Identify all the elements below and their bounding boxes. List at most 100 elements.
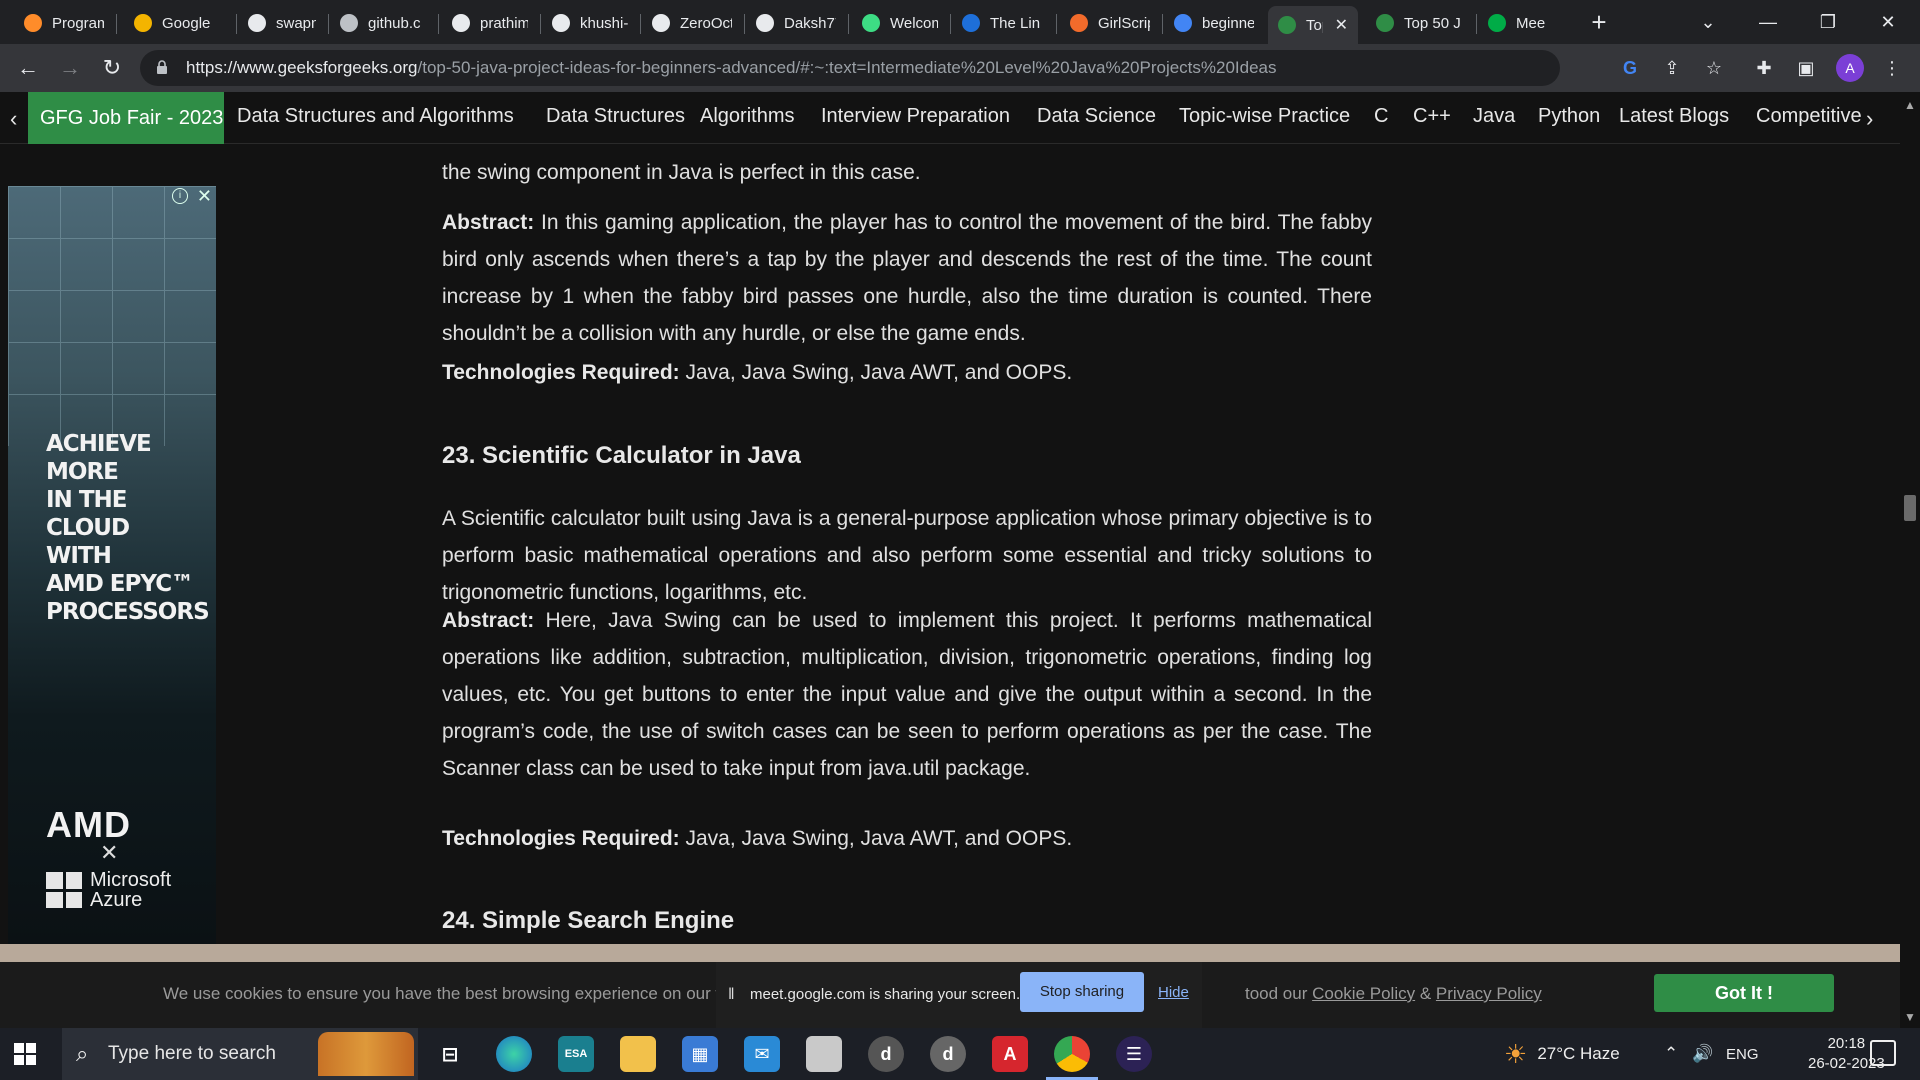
browser-tab[interactable]: khushi-p [542, 6, 638, 40]
volume-icon[interactable]: 🔊 [1692, 1028, 1713, 1080]
nav-scroll-left-icon[interactable]: ‹ [10, 106, 17, 132]
extensions-icon[interactable]: ✚ [1752, 56, 1776, 80]
meet-sharing-bar: ‖ meet.google.com is sharing your screen… [716, 962, 1202, 1028]
acrobat-icon[interactable]: A [992, 1036, 1028, 1072]
chrome-icon[interactable] [1046, 1036, 1098, 1080]
minimize-button[interactable]: — [1740, 0, 1796, 44]
mail-icon[interactable]: ✉ [744, 1036, 780, 1072]
files-icon[interactable] [806, 1036, 842, 1072]
linux-favicon-icon [962, 14, 980, 32]
ad-info-icon[interactable]: i [172, 188, 188, 204]
profile-avatar[interactable]: A [1836, 54, 1864, 82]
tab-label: beginne [1202, 14, 1254, 32]
ad-headline-line: PROCESSORS [46, 599, 210, 625]
nav-item-job-fair[interactable]: GFG Job Fair - 2023 [28, 92, 224, 144]
forward-button[interactable]: → [56, 54, 84, 82]
ad-close-icon[interactable]: ✕ [197, 186, 212, 207]
nav-item[interactable]: Java [1473, 105, 1515, 128]
nav-item[interactable]: Topic-wise Practice [1179, 105, 1350, 128]
tab-label: ZeroOct [680, 14, 732, 32]
reload-button[interactable]: ↻ [98, 54, 126, 82]
weather-sun-icon: ☀ [1504, 1038, 1528, 1069]
eclipse-icon[interactable]: ☰ [1116, 1036, 1152, 1072]
cookie-text-start: We use cookies to ensure you have the be… [163, 984, 759, 1003]
browser-tab[interactable]: Program [14, 6, 114, 40]
nav-item[interactable]: Data Science [1037, 105, 1156, 128]
lock-icon[interactable] [156, 60, 168, 74]
scrollbar-thumb[interactable] [1904, 495, 1916, 521]
cookie-amp: & [1419, 984, 1432, 1003]
nav-item[interactable]: Competitive [1756, 105, 1862, 128]
page-scrollbar[interactable]: ▲ ▼ [1900, 92, 1920, 1028]
cookie-policy-link[interactable]: Cookie Policy [1312, 984, 1415, 1003]
search-highlight-image [318, 1032, 414, 1076]
browser-tab[interactable]: Daksh77 [746, 6, 846, 40]
back-button[interactable]: ← [14, 54, 42, 82]
technologies-paragraph: Technologies Required: Java, Java Swing,… [442, 820, 1372, 857]
tab-separator [236, 14, 237, 34]
nav-item[interactable]: Data Structures [546, 105, 685, 128]
address-bar[interactable]: https://www.geeksforgeeks.org/top-50-jav… [140, 50, 1722, 86]
app-d-icon[interactable]: d [868, 1036, 904, 1072]
nav-item[interactable]: Data Structures and Algorithms [237, 105, 514, 128]
menu-kebab-icon[interactable]: ⋮ [1880, 56, 1904, 80]
file-explorer-icon[interactable] [620, 1036, 656, 1072]
nav-item[interactable]: Interview Preparation [821, 105, 1010, 128]
task-view-icon[interactable]: ⊟ [432, 1036, 468, 1072]
stop-sharing-button[interactable]: Stop sharing [1020, 972, 1144, 1012]
browser-tab[interactable]: The Lin [952, 6, 1054, 40]
drag-handle-icon[interactable]: ‖ [728, 986, 735, 1004]
microsoft-store-icon[interactable]: ▦ [682, 1036, 718, 1072]
nav-item[interactable]: Algorithms [700, 105, 794, 128]
browser-tab[interactable]: Top ✕ [1268, 6, 1358, 44]
amd-advertisement[interactable]: i ✕ ACHIEVE MORE IN THE CLOUD WITH AMD E… [8, 186, 216, 944]
browser-tab[interactable]: Google [124, 6, 234, 40]
nav-item[interactable]: Python [1538, 105, 1600, 128]
browser-tab[interactable]: github.c [330, 6, 436, 40]
privacy-policy-link[interactable]: Privacy Policy [1436, 984, 1542, 1003]
browser-tab[interactable]: ZeroOct [642, 6, 742, 40]
url-text[interactable]: https://www.geeksforgeeks.org/top-50-jav… [186, 58, 1277, 78]
esa-app-icon[interactable]: ESA [558, 1036, 594, 1072]
taskbar-search-box[interactable]: ⌕ Type here to search [62, 1028, 418, 1080]
nav-item[interactable]: Latest Blogs [1619, 105, 1729, 128]
notification-center-icon[interactable] [1870, 1040, 1896, 1066]
browser-tab[interactable]: swapnil [238, 6, 326, 40]
browser-tab[interactable]: GirlScrip [1060, 6, 1160, 40]
close-tab-icon[interactable]: ✕ [1335, 15, 1348, 35]
language-indicator[interactable]: ENG [1726, 1028, 1759, 1080]
edge-icon[interactable] [496, 1036, 532, 1072]
scroll-up-arrow-icon[interactable]: ▲ [1904, 98, 1916, 112]
weather-widget[interactable]: ☀ 27°C Haze [1504, 1028, 1620, 1080]
restore-button[interactable]: ❐ [1800, 0, 1856, 44]
browser-tab[interactable]: beginne [1164, 6, 1264, 40]
github-favicon-icon [452, 14, 470, 32]
browser-tab[interactable]: Top 50 J [1366, 6, 1474, 40]
scroll-down-arrow-icon[interactable]: ▼ [1904, 1010, 1916, 1024]
app-d2-icon[interactable]: d [930, 1036, 966, 1072]
side-panel-icon[interactable]: ▣ [1794, 56, 1818, 80]
gfg-category-nav: ‹ GFG Job Fair - 2023 Data Structures an… [0, 92, 1900, 144]
browser-tab[interactable]: Mee [1478, 6, 1558, 40]
abstract-text: In this gaming application, the player h… [442, 211, 1372, 345]
tray-chevron-icon[interactable]: ⌃ [1664, 1028, 1678, 1080]
tab-label: Top [1306, 16, 1323, 34]
browser-tab[interactable]: prathim [442, 6, 538, 40]
bookmark-star-icon[interactable]: ☆ [1702, 56, 1726, 80]
share-icon[interactable]: ⇪ [1660, 56, 1684, 80]
hide-link[interactable]: Hide [1158, 984, 1189, 1001]
windows-taskbar: ⌕ Type here to search ⊟ ESA ▦ ✉ d d A ☰ … [0, 1028, 1920, 1080]
close-window-button[interactable]: ✕ [1860, 0, 1916, 44]
tab-search-icon[interactable]: ⌄ [1680, 0, 1736, 44]
got-it-button[interactable]: Got It ! [1654, 974, 1834, 1012]
meet-favicon-icon [1488, 14, 1506, 32]
nav-item[interactable]: C++ [1413, 105, 1451, 128]
new-tab-button[interactable]: + [1584, 8, 1614, 38]
nav-scroll-right-icon[interactable]: › [1866, 106, 1873, 132]
nav-item[interactable]: C [1374, 105, 1388, 128]
url-path: /top-50-java-project-ideas-for-beginners… [417, 58, 1277, 77]
windows-start-icon[interactable] [14, 1043, 36, 1065]
tab-label: Welcom [890, 14, 938, 32]
google-lens-icon[interactable]: G [1618, 56, 1642, 80]
browser-tab[interactable]: Welcom [852, 6, 948, 40]
